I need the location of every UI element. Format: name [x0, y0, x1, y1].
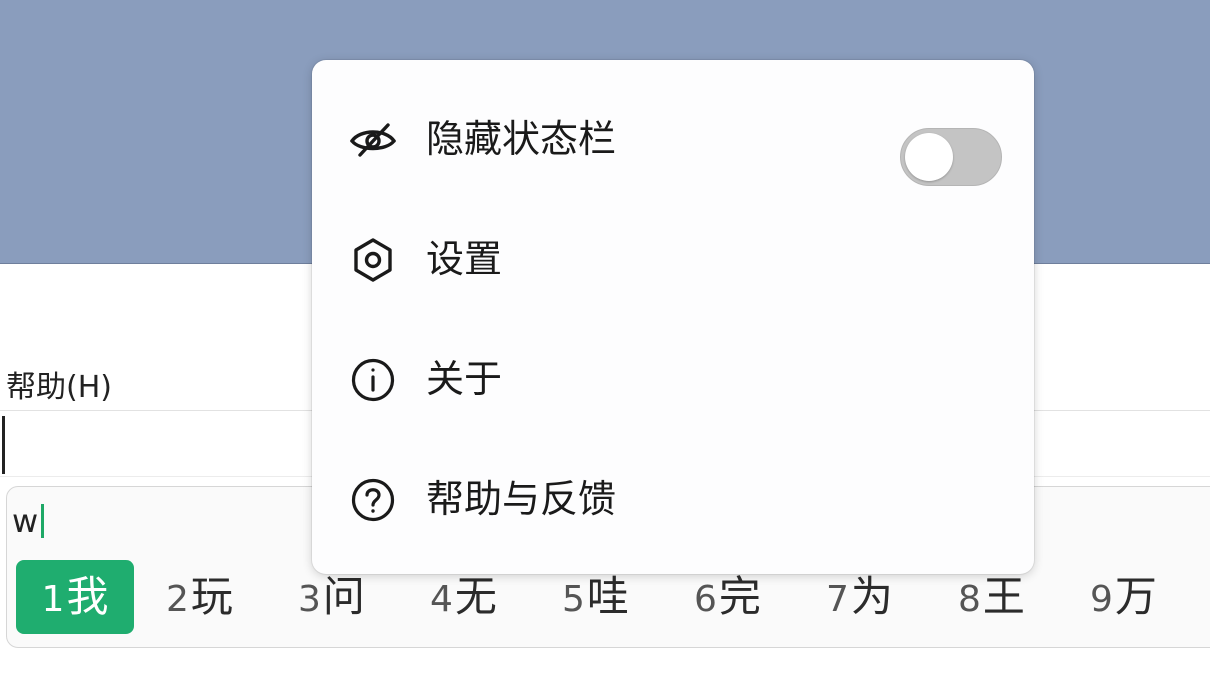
- candidate-text: 我: [66, 572, 109, 621]
- menu-item-settings[interactable]: 设置: [312, 200, 1034, 318]
- candidate-number: 1: [41, 579, 65, 620]
- candidate-number: 5: [562, 579, 585, 620]
- menu-item-hide-status-bar[interactable]: 隐藏状态栏: [312, 80, 1034, 198]
- settings-hex-icon: [350, 237, 396, 283]
- help-circle-icon: [350, 477, 396, 523]
- candidate-number: 4: [430, 579, 453, 620]
- menu-item-help-feedback[interactable]: 帮助与反馈: [312, 440, 1034, 558]
- ime-candidate-1[interactable]: 1我: [16, 560, 134, 634]
- menu-item-label: 隐藏状态栏: [426, 117, 617, 161]
- candidate-number: 3: [298, 579, 321, 620]
- candidate-number: 6: [694, 579, 717, 620]
- ime-candidate-9[interactable]: 9万: [1090, 560, 1157, 634]
- candidate-number: 9: [1090, 579, 1113, 620]
- candidate-number: 7: [826, 579, 849, 620]
- ime-composition: w: [12, 502, 45, 540]
- hide-status-bar-toggle[interactable]: [900, 128, 1002, 186]
- candidate-text: 为: [850, 572, 893, 621]
- ime-caret: [41, 504, 45, 538]
- candidate-number: 2: [166, 579, 189, 620]
- menu-item-about[interactable]: 关于: [312, 320, 1034, 438]
- candidate-text: 完: [718, 572, 761, 621]
- menu-item-label: 设置: [426, 237, 503, 281]
- text-cursor: [2, 416, 5, 474]
- toggle-knob: [905, 133, 953, 181]
- eye-off-icon: [350, 117, 396, 163]
- candidate-text: 玩: [190, 572, 233, 621]
- menu-item-label: 关于: [426, 357, 503, 401]
- candidate-text: 无: [454, 572, 497, 621]
- candidate-text: 哇: [586, 572, 629, 621]
- info-icon: [350, 357, 396, 403]
- ime-candidate-2[interactable]: 2玩: [166, 560, 233, 634]
- candidate-number: 8: [958, 579, 981, 620]
- candidate-text: 王: [982, 572, 1025, 621]
- candidate-text: 问: [322, 572, 365, 621]
- ime-composition-text: w: [12, 502, 39, 540]
- context-menu: 隐藏状态栏 设置 关于 帮助与反馈: [312, 60, 1034, 574]
- menu-help[interactable]: 帮助(H): [6, 362, 112, 406]
- candidate-text: 万: [1114, 572, 1157, 621]
- menu-item-label: 帮助与反馈: [426, 477, 617, 521]
